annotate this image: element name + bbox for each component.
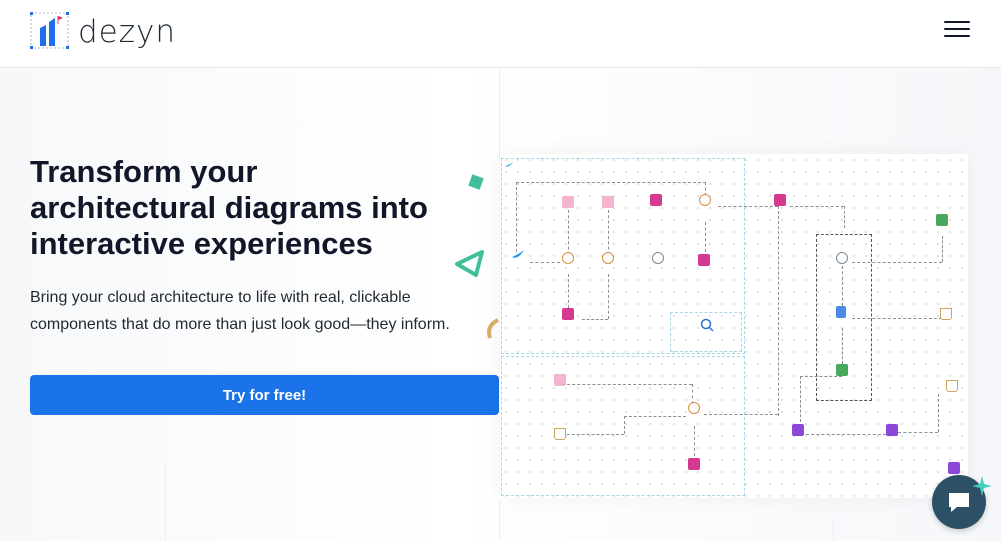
headline-line-1: Transform your <box>30 154 258 189</box>
event-bridge-node[interactable] <box>554 374 566 386</box>
twitter-api-icon[interactable] <box>512 250 524 260</box>
brand-name[interactable]: dezyn <box>78 14 176 50</box>
green-service-node[interactable] <box>936 214 948 226</box>
comprehend-node[interactable] <box>652 252 664 264</box>
architecture-diagram[interactable] <box>500 154 968 498</box>
lambda-node[interactable] <box>699 194 711 206</box>
lambda-node[interactable] <box>688 402 700 414</box>
sqs-node[interactable] <box>698 254 710 266</box>
diamond-shape-icon <box>468 174 484 190</box>
file-node[interactable] <box>836 306 846 318</box>
top-header: dezyn <box>0 0 1001 68</box>
dynamodb-node[interactable] <box>688 458 700 470</box>
kinesis-analytics-node[interactable] <box>774 194 786 206</box>
reddit-node[interactable] <box>554 428 566 440</box>
kinesis-node[interactable] <box>650 194 662 206</box>
headline-line-3: experiences <box>185 226 373 261</box>
search-icon[interactable] <box>700 318 714 332</box>
hero-headline: Transform your architectural diagrams in… <box>28 154 510 262</box>
hamburger-menu-icon[interactable] <box>944 21 970 43</box>
headline-highlight: interactive <box>28 226 200 262</box>
grid-divider <box>165 465 166 541</box>
chat-bubble-icon <box>949 493 969 512</box>
dezyn-logo-icon[interactable] <box>30 12 70 50</box>
grid-divider <box>833 518 834 541</box>
try-for-free-button[interactable]: Try for free! <box>30 375 499 415</box>
diagram-group-lower <box>501 356 745 496</box>
grid-divider <box>499 500 500 541</box>
dynamodb-node[interactable] <box>562 308 574 320</box>
hero-subtext: Bring your cloud architecture to life wi… <box>30 289 450 333</box>
kinesis-node[interactable] <box>948 462 960 474</box>
grid-divider <box>499 68 500 160</box>
scheduler-node[interactable] <box>602 196 614 208</box>
storage-node[interactable] <box>836 364 848 376</box>
s3-bucket-node[interactable] <box>946 380 958 392</box>
triangle-shape-icon <box>455 250 484 277</box>
headline-line-2: architectural diagrams into <box>30 190 428 225</box>
s3-bucket-node[interactable] <box>940 308 952 320</box>
lambda-node[interactable] <box>562 252 574 264</box>
kinesis-firehose-node[interactable] <box>886 424 898 436</box>
lambda-node[interactable] <box>602 252 614 264</box>
twitter-icon <box>505 162 513 167</box>
sparkle-icon <box>972 476 992 496</box>
globe-node[interactable] <box>836 252 848 264</box>
kinesis-firehose-node[interactable] <box>792 424 804 436</box>
scheduler-node[interactable] <box>562 196 574 208</box>
